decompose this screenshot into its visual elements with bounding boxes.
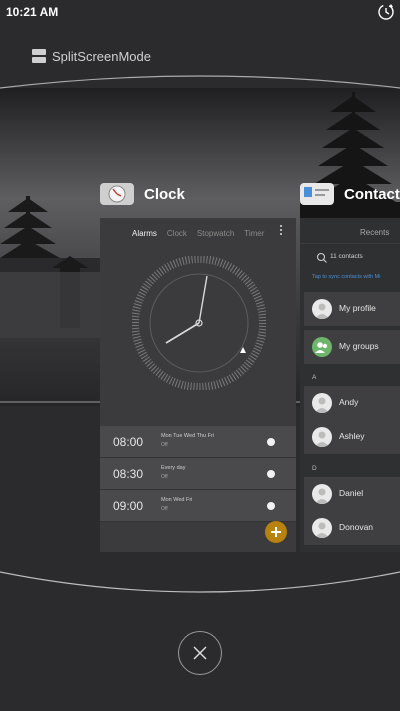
clock-app-card[interactable]: Alarms Clock Stopwatch Timer 08:00 Mon T… <box>100 218 296 552</box>
alarm-list: 08:00 Mon Tue Wed Thu Fri Off 08:30 Ever… <box>100 426 296 522</box>
sync-clock-icon <box>376 2 396 22</box>
avatar <box>312 427 332 447</box>
contact-name: Andy <box>339 397 359 407</box>
tab-timer[interactable]: Timer <box>244 229 264 238</box>
contacts-app-name: Contacts <box>344 185 400 203</box>
split-screen-icon <box>32 49 46 63</box>
group-icon <box>312 337 332 357</box>
alarm-days: Mon Tue Wed Thu Fri <box>161 433 214 439</box>
alarm-toggle[interactable] <box>267 438 275 446</box>
alarm-time: 08:00 <box>113 435 144 449</box>
contacts-search[interactable]: 11 contacts <box>308 248 400 268</box>
tab-recents-label: Recents <box>360 228 390 237</box>
contacts-count: 11 contacts <box>330 253 363 260</box>
alarm-time: 09:00 <box>113 499 144 513</box>
alarm-days: Every day <box>161 465 186 471</box>
avatar <box>312 484 332 504</box>
clock-app-icon <box>100 183 134 205</box>
status-time: 10:21 AM <box>6 5 59 19</box>
split-screen-header[interactable]: SplitScreenMode <box>32 46 151 66</box>
section-letter: A <box>312 374 317 381</box>
clock-tabs: Alarms Clock Stopwatch Timer <box>100 222 296 244</box>
alarm-state: Off <box>161 474 168 480</box>
my-groups-label: My groups <box>339 341 379 351</box>
alarm-toggle[interactable] <box>267 502 275 510</box>
tab-stopwatch[interactable]: Stopwatch <box>197 229 234 238</box>
more-options-icon[interactable] <box>280 225 284 237</box>
alarm-row[interactable]: 08:30 Every day Off <box>100 458 296 490</box>
alarm-time: 08:30 <box>113 467 144 481</box>
clock-app-title[interactable]: Clock <box>100 183 185 205</box>
section-letter: D <box>312 465 317 472</box>
close-icon <box>193 646 207 660</box>
my-profile-row[interactable]: My profile <box>304 292 400 326</box>
my-profile-label: My profile <box>339 303 376 313</box>
tab-alarms[interactable]: Alarms <box>132 229 157 238</box>
contact-row[interactable]: Daniel <box>304 477 400 511</box>
avatar <box>312 299 332 319</box>
tab-recents[interactable]: Recents <box>300 222 400 244</box>
close-all-button[interactable] <box>178 631 222 675</box>
contacts-app-title[interactable]: Contacts <box>300 183 400 205</box>
analog-clock-dial <box>132 256 266 390</box>
alarm-row[interactable]: 09:00 Mon Wed Fri Off <box>100 490 296 522</box>
my-groups-row[interactable]: My groups <box>304 330 400 364</box>
contact-row[interactable]: Andy <box>304 386 400 420</box>
contact-name: Daniel <box>339 488 364 498</box>
alarm-state: Off <box>161 442 168 448</box>
contact-row[interactable]: Ashley <box>304 420 400 454</box>
search-icon <box>316 252 327 263</box>
alarm-toggle[interactable] <box>267 470 275 478</box>
status-bar: 10:21 AM <box>0 0 400 24</box>
avatar <box>312 518 332 538</box>
clock-app-name: Clock <box>144 185 185 203</box>
contact-name: Donovan <box>339 522 374 532</box>
avatar <box>312 393 332 413</box>
alarm-row[interactable]: 08:00 Mon Tue Wed Thu Fri Off <box>100 426 296 458</box>
split-screen-label: SplitScreenMode <box>52 48 151 64</box>
contacts-app-card[interactable]: Recents 11 contacts Tap to sync contacts… <box>300 218 400 552</box>
contact-name: Ashley <box>339 431 365 441</box>
contacts-app-icon <box>300 183 334 205</box>
tab-clock[interactable]: Clock <box>167 229 187 238</box>
alarm-days: Mon Wed Fri <box>161 497 193 503</box>
sync-hint-link[interactable]: Tap to sync contacts with Mi <box>312 274 380 280</box>
contact-row[interactable]: Donovan <box>304 511 400 545</box>
alarm-state: Off <box>161 506 168 512</box>
add-alarm-button[interactable] <box>265 521 287 543</box>
